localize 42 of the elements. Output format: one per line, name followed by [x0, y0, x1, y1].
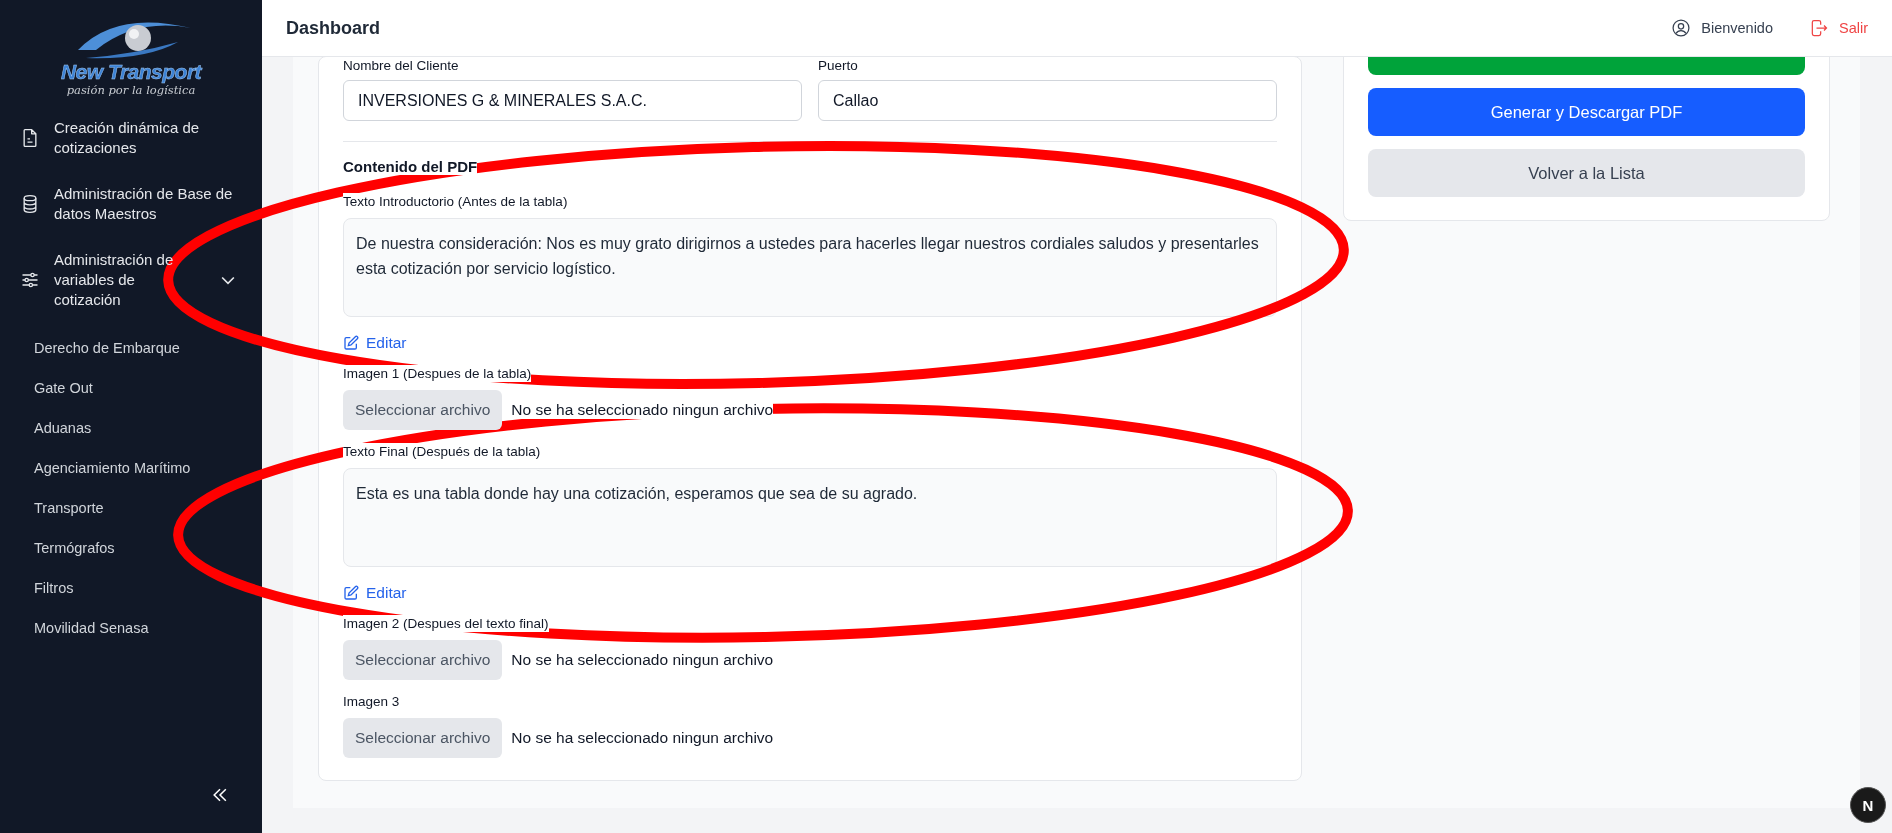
page-title: Dashboard: [286, 17, 382, 39]
user-icon: [1671, 18, 1692, 38]
edit-link[interactable]: Editar: [343, 334, 407, 352]
text-area[interactable]: Esta es una tabla donde hay una cotización, esperamos que sea de su agrado.: [343, 468, 1277, 567]
submenu-item[interactable]: Gate Out: [34, 368, 93, 408]
document-icon: [20, 128, 40, 148]
sliders-icon: [20, 270, 40, 290]
user-button[interactable]: Bienvenido: [1671, 18, 1773, 38]
sidebar-item[interactable]: Administración de variables de cotización: [0, 250, 262, 310]
edit-icon: [343, 585, 359, 601]
edit-icon: [343, 335, 359, 351]
submenu-item[interactable]: Termógrafos: [34, 528, 115, 568]
field-label: Texto Final (Después de la tabla): [343, 443, 541, 460]
logo-tagline: pasión por la logística: [66, 83, 196, 97]
choose-file-button[interactable]: Seleccionar archivo: [343, 718, 503, 758]
choose-file-button[interactable]: Seleccionar archivo: [343, 640, 503, 680]
sidebar-item[interactable]: Administración de Base de datos Maestros: [0, 184, 262, 224]
submenu-item[interactable]: Aduanas: [34, 408, 92, 448]
logout-button[interactable]: Salir: [1809, 18, 1868, 38]
submenu-item[interactable]: Movilidad Senasa: [34, 608, 149, 648]
logout-icon: [1809, 18, 1829, 38]
file-status: No se ha seleccionado ningun archivo: [511, 651, 774, 669]
edit-link[interactable]: Editar: [343, 584, 407, 602]
back-button[interactable]: Volver a la Lista: [1368, 149, 1805, 197]
text-area[interactable]: De nuestra consideración: Nos es muy grato dirigirnos a ustedes para hacerles llegar nuestros cordiales saludos y presentarles esta cotización por servicio logístico.: [343, 218, 1277, 317]
submenu-item[interactable]: Filtros: [34, 568, 74, 608]
field-label: Texto Introductorio (Antes de la tabla): [343, 193, 568, 210]
input-field[interactable]: INVERSIONES G & MINERALES S.A.C.: [343, 80, 802, 121]
submenu-item[interactable]: Agenciamiento Marítimo: [34, 448, 191, 488]
submenu-item[interactable]: Derecho de Embarque: [34, 328, 180, 368]
dev-badge[interactable]: N: [1850, 787, 1886, 823]
choose-file-button[interactable]: Seleccionar archivo: [343, 390, 503, 430]
input-field[interactable]: Callao: [818, 80, 1277, 121]
submenu-item[interactable]: Transporte: [34, 488, 104, 528]
file-status: No se ha seleccionado ningun archivo: [511, 401, 774, 419]
sidebar-item[interactable]: Creación dinámica de cotizaciones: [0, 118, 262, 158]
section-title: Contenido del PDF: [343, 158, 478, 175]
field-label: Imagen 2 (Despues del texto final): [343, 615, 549, 632]
logo-text: New Transport: [60, 61, 202, 83]
generate-pdf-button[interactable]: Generar y Descargar PDF: [1368, 88, 1805, 136]
file-status: No se ha seleccionado ningun archivo: [511, 729, 774, 747]
field-label: Imagen 1 (Despues de la tabla): [343, 365, 532, 382]
